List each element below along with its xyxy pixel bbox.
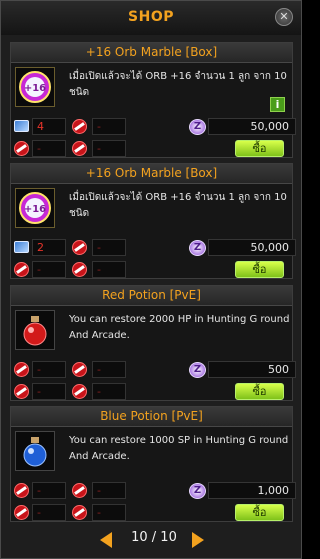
item-row-bottom: - - ซื้อ bbox=[14, 261, 291, 278]
ban-icon bbox=[14, 384, 29, 399]
slot-value: - bbox=[32, 140, 66, 157]
zen-currency-icon: Z bbox=[189, 119, 206, 135]
item-row-bottom: - - ซื้อ bbox=[14, 504, 291, 521]
buy-button[interactable]: ซื้อ bbox=[235, 140, 284, 157]
price-value: 50,000 bbox=[208, 118, 296, 135]
ban-icon bbox=[14, 141, 29, 156]
zen-currency-icon: Z bbox=[189, 362, 206, 378]
buy-button[interactable]: ซื้อ bbox=[235, 383, 284, 400]
slot-value: - bbox=[32, 482, 66, 499]
slot-value: - bbox=[92, 140, 126, 157]
ban-icon bbox=[72, 119, 87, 134]
orb-16-icon[interactable]: +16 bbox=[15, 67, 55, 107]
svg-text:+16: +16 bbox=[24, 204, 46, 215]
quantity-value: 4 bbox=[32, 118, 66, 135]
slot-value: - bbox=[92, 261, 126, 278]
info-icon[interactable]: i bbox=[270, 97, 285, 112]
zen-currency-icon: Z bbox=[189, 240, 206, 256]
slot-value: - bbox=[92, 504, 126, 521]
ban-icon bbox=[72, 262, 87, 277]
price-value: 50,000 bbox=[208, 239, 296, 256]
slot-value: - bbox=[92, 239, 126, 256]
ban-icon bbox=[14, 262, 29, 277]
item-row-top: 2 - Z 50,000 bbox=[14, 239, 296, 256]
item-row-top: - - Z 1,000 bbox=[14, 482, 296, 499]
shop-item-card: +16 Orb Marble [Box] +16 เมื่อเปิดแล้วจะ… bbox=[10, 163, 296, 279]
ticket-icon bbox=[14, 120, 29, 132]
item-name: +16 Orb Marble [Box] bbox=[11, 43, 292, 63]
item-description: You can restore 1000 SP in Hunting G rou… bbox=[69, 435, 289, 462]
ban-icon bbox=[72, 240, 87, 255]
shop-item-card: +16 Orb Marble [Box] +16 เมื่อเปิดแล้วจะ… bbox=[10, 42, 296, 158]
quantity-value: 2 bbox=[32, 239, 66, 256]
ban-icon bbox=[72, 505, 87, 520]
price-value: 1,000 bbox=[208, 482, 296, 499]
item-row-top: - - Z 500 bbox=[14, 361, 296, 378]
price-value: 500 bbox=[208, 361, 296, 378]
shop-window: SHOP ✕ +16 Orb Marble [Box] +16 เมื่อเปิ… bbox=[0, 0, 302, 559]
ban-icon bbox=[72, 141, 87, 156]
shop-item-card: Red Potion [PvE] You can restore 2000 HP… bbox=[10, 285, 296, 401]
ban-icon bbox=[14, 505, 29, 520]
slot-value: - bbox=[92, 361, 126, 378]
ban-icon bbox=[14, 483, 29, 498]
blue-potion-icon[interactable] bbox=[15, 431, 55, 471]
buy-button[interactable]: ซื้อ bbox=[235, 504, 284, 521]
item-name: Red Potion [PvE] bbox=[11, 286, 292, 306]
slot-value: - bbox=[32, 361, 66, 378]
close-icon[interactable]: ✕ bbox=[275, 8, 293, 26]
red-potion-icon[interactable] bbox=[15, 310, 55, 350]
zen-currency-icon: Z bbox=[189, 483, 206, 499]
pagination: 10 / 10 bbox=[1, 528, 301, 552]
ticket-icon bbox=[14, 241, 29, 253]
slot-value: - bbox=[92, 118, 126, 135]
ban-icon bbox=[72, 384, 87, 399]
buy-button[interactable]: ซื้อ bbox=[235, 261, 284, 278]
ban-icon bbox=[72, 483, 87, 498]
item-name: +16 Orb Marble [Box] bbox=[11, 164, 292, 184]
slot-value: - bbox=[32, 383, 66, 400]
ban-icon bbox=[14, 362, 29, 377]
item-description: เมื่อเปิดแล้วจะได้ ORB +16 จำนวน 1 ลูก จ… bbox=[69, 192, 287, 219]
item-row-bottom: - - ซื้อ bbox=[14, 383, 291, 400]
slot-value: - bbox=[32, 261, 66, 278]
window-title: SHOP bbox=[128, 9, 174, 25]
item-row-top: 4 - Z 50,000 bbox=[14, 118, 296, 135]
page-indicator: 10 / 10 bbox=[131, 530, 177, 545]
orb-16-icon[interactable]: +16 bbox=[15, 188, 55, 228]
slot-value: - bbox=[92, 482, 126, 499]
prev-page-icon[interactable] bbox=[100, 532, 112, 548]
ban-icon bbox=[72, 362, 87, 377]
item-name: Blue Potion [PvE] bbox=[11, 407, 292, 427]
title-bar[interactable]: SHOP ✕ bbox=[1, 1, 301, 35]
item-row-bottom: - - ซื้อ bbox=[14, 140, 291, 157]
slot-value: - bbox=[92, 383, 126, 400]
shop-item-card: Blue Potion [PvE] You can restore 1000 S… bbox=[10, 406, 296, 522]
item-description: You can restore 2000 HP in Hunting G rou… bbox=[69, 314, 290, 341]
item-description: เมื่อเปิดแล้วจะได้ ORB +16 จำนวน 1 ลูก จ… bbox=[69, 71, 287, 98]
svg-text:+16: +16 bbox=[24, 83, 46, 94]
slot-value: - bbox=[32, 504, 66, 521]
next-page-icon[interactable] bbox=[192, 532, 204, 548]
